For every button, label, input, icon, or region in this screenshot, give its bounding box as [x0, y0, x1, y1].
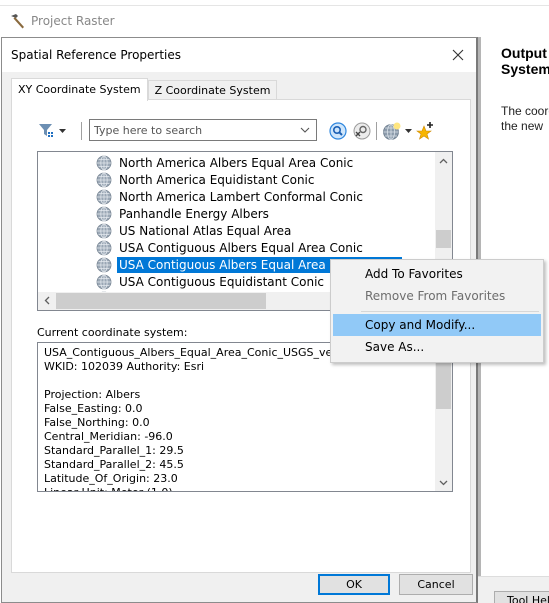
- tab-xy-coordinate-system[interactable]: XY Coordinate System: [11, 78, 148, 101]
- current-coordinate-system-text: USA_Contiguous_Albers_Equal_Area_Conic_U…: [44, 346, 360, 491]
- coordinate-system-label: North America Lambert Conformal Conic: [119, 189, 363, 204]
- tab-z-coordinate-system[interactable]: Z Coordinate System: [147, 80, 278, 100]
- globe-icon: [96, 172, 112, 188]
- dialog-titlebar: Spatial Reference Properties: [2, 38, 476, 72]
- ok-button[interactable]: OK: [318, 574, 390, 595]
- toolbar-separator: [376, 122, 377, 140]
- menu-item-save-as[interactable]: Save As...: [333, 336, 541, 358]
- coordinate-system-item[interactable]: USA Contiguous Equidistant Conic: [96, 273, 326, 290]
- globe-icon: [96, 223, 112, 239]
- globe-add-icon[interactable]: [382, 121, 402, 141]
- scroll-down-arrow[interactable]: [435, 474, 452, 491]
- globe-icon: [96, 240, 112, 256]
- coordinate-system-label: Panhandle Energy Albers: [119, 206, 269, 221]
- tab-strip: XY Coordinate System Z Coordinate System: [11, 78, 278, 101]
- coordinate-system-label: North America Equidistant Conic: [119, 172, 315, 187]
- filter-icon: [39, 124, 53, 137]
- help-footer: Tool Help: [478, 576, 549, 603]
- add-favorite-star-icon[interactable]: [415, 121, 435, 141]
- coordinate-system-label: USA Contiguous Albers Equal Area Conic: [119, 240, 363, 255]
- globe-icon: [96, 274, 112, 290]
- globe-icon: [96, 206, 112, 222]
- help-title-line-2: System: [501, 61, 549, 77]
- details-vertical-scrollbar[interactable]: [435, 343, 452, 491]
- search-icon[interactable]: [328, 121, 348, 141]
- menu-item-add-to-favorites[interactable]: Add To Favorites: [333, 263, 541, 285]
- tool-title: Project Raster: [8, 11, 115, 31]
- filter-dropdown-button[interactable]: [38, 121, 74, 141]
- coordinate-system-item[interactable]: North America Albers Equal Area Conic: [96, 154, 355, 171]
- help-title-line-1: Output: [501, 45, 547, 61]
- hammer-icon: [8, 13, 26, 29]
- chevron-left-icon: [44, 296, 49, 305]
- help-text-line-2: the new: [501, 119, 544, 133]
- scroll-up-arrow[interactable]: [435, 152, 452, 169]
- globe-icon: [96, 189, 112, 205]
- toolbar-separator: [81, 122, 82, 140]
- help-text-line-1: The coordinate: [501, 104, 549, 118]
- chevron-down-icon: [59, 129, 66, 133]
- host-top-strip: [0, 0, 549, 6]
- coordinate-system-label: USA Contiguous Equidistant Conic: [119, 274, 325, 289]
- menu-separator: [361, 311, 539, 312]
- coordinate-system-label: North America Albers Equal Area Conic: [119, 155, 354, 170]
- coordinate-system-item[interactable]: North America Equidistant Conic: [96, 171, 316, 188]
- coordinate-system-item[interactable]: USA Contiguous Albers Equal Area Conic: [96, 239, 365, 256]
- search-box[interactable]: [89, 119, 317, 141]
- chevron-down-icon[interactable]: [405, 129, 412, 133]
- chevron-up-icon: [439, 158, 448, 163]
- coordinate-system-label: US National Atlas Equal Area: [119, 223, 292, 238]
- search-dropdown-chevron-icon[interactable]: [298, 123, 312, 137]
- coordinate-system-item[interactable]: US National Atlas Equal Area: [96, 222, 293, 239]
- globe-icon: [96, 155, 112, 171]
- close-button[interactable]: [446, 43, 470, 67]
- tool-title-label: Project Raster: [31, 14, 115, 28]
- dialog-title: Spatial Reference Properties: [11, 48, 182, 62]
- help-title: Output System: [501, 45, 549, 77]
- toolbar: [38, 119, 448, 143]
- current-coordinate-system-details: USA_Contiguous_Albers_Equal_Area_Conic_U…: [37, 342, 453, 492]
- search-input[interactable]: [94, 121, 290, 139]
- menu-item-remove-from-favorites[interactable]: Remove From Favorites: [333, 285, 541, 307]
- coordinate-system-item[interactable]: Panhandle Energy Albers: [96, 205, 271, 222]
- horizontal-scroll-thumb[interactable]: [56, 293, 266, 309]
- current-coordinate-system-label: Current coordinate system:: [37, 326, 188, 339]
- globe-icon: [96, 257, 112, 273]
- help-text: The coordinate the new: [501, 104, 549, 134]
- chevron-down-icon: [439, 480, 448, 485]
- clear-search-icon[interactable]: [352, 121, 372, 141]
- menu-item-copy-and-modify[interactable]: Copy and Modify...: [333, 314, 541, 336]
- list-scroll-thumb[interactable]: [436, 230, 451, 248]
- cancel-button[interactable]: Cancel: [399, 574, 473, 595]
- tool-help-button[interactable]: Tool Help: [494, 591, 549, 603]
- coordinate-system-item[interactable]: North America Lambert Conformal Conic: [96, 188, 365, 205]
- close-icon: [452, 49, 464, 61]
- context-menu: Add To Favorites Remove From Favorites C…: [330, 259, 544, 363]
- scroll-left-arrow[interactable]: [38, 292, 55, 309]
